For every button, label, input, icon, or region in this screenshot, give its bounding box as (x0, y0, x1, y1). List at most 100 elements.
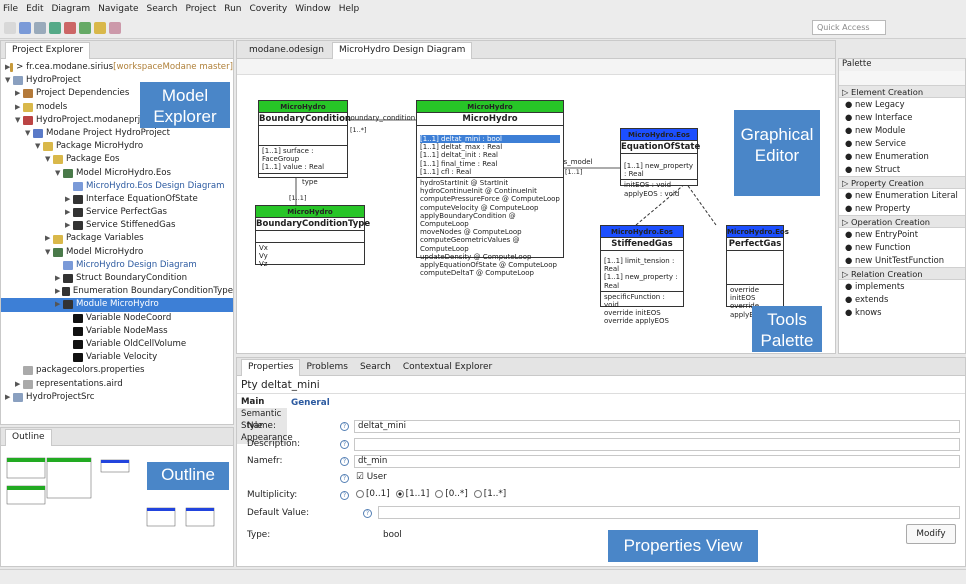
palette-tool[interactable]: ● new Interface (839, 111, 965, 124)
menu-item-search[interactable]: Search (147, 4, 178, 14)
tree-item[interactable]: packagecolors.properties (1, 364, 233, 377)
tree-item[interactable]: Variable NodeCoord (1, 312, 233, 325)
menu-item-coverity[interactable]: Coverity (250, 4, 288, 14)
palette-drawer[interactable]: ▷ Operation Creation (839, 215, 965, 228)
expand-icon[interactable]: ▶ (65, 193, 73, 206)
palette-tool[interactable]: ● knows (839, 306, 965, 319)
help-icon[interactable]: ? (340, 474, 349, 483)
side-tab-main[interactable]: Main (237, 396, 287, 408)
expand-icon[interactable]: ▼ (55, 167, 63, 180)
expand-icon[interactable]: ▶ (45, 232, 53, 245)
enum-boundary-condition-type[interactable]: MicroHydro BoundaryConditionType Vx Vy Vz (255, 205, 370, 268)
tree-item[interactable]: Variable NodeMass (1, 325, 233, 338)
tree-item[interactable]: ▶ Service PerfectGas (1, 206, 233, 219)
expand-icon[interactable]: ▶ (5, 391, 13, 404)
tab-odesign[interactable]: modane.odesign (241, 45, 332, 55)
side-tab-semantic[interactable]: Semantic (237, 408, 287, 420)
palette-tool[interactable]: ● new Module (839, 124, 965, 137)
palette-tool[interactable]: ● new Function (839, 241, 965, 254)
menu-item-run[interactable]: Run (224, 4, 241, 14)
coverage-icon[interactable] (79, 21, 91, 34)
service-stiffened-gas[interactable]: MicroHydro.Eos StiffenedGas [1..1] limit… (600, 225, 684, 325)
palette-drawer[interactable]: ▷ Relation Creation (839, 267, 965, 280)
tree-item[interactable]: ▶ > fr.cea.modane.sirius [workspaceModane… (1, 61, 233, 74)
tree-item[interactable]: MicroHydro.Eos Design Diagram (1, 180, 233, 193)
palette-tool[interactable]: ● implements (839, 280, 965, 293)
selected-attribute[interactable]: [1..1] deltat_mini : bool (420, 135, 560, 144)
expand-icon[interactable]: ▶ (55, 298, 63, 311)
tree-item[interactable]: ▶ Interface EquationOfState (1, 193, 233, 206)
modify-button[interactable]: Modify (906, 524, 956, 544)
tree-item[interactable]: ▶ representations.aird (1, 378, 233, 391)
menu-item-navigate[interactable]: Navigate (98, 4, 138, 14)
menu-item-window[interactable]: Window (295, 4, 331, 14)
menu-item-edit[interactable]: Edit (26, 4, 43, 14)
palette-tool[interactable]: ● extends (839, 293, 965, 306)
tree-item[interactable]: ▼ Model MicroHydro (1, 246, 233, 259)
multiplicity-option[interactable]: [1..*] (473, 489, 506, 499)
save-icon[interactable] (19, 21, 31, 34)
tree-item[interactable]: MicroHydro Design Diagram (1, 259, 233, 272)
tab-search[interactable]: Search (354, 362, 397, 372)
expand-icon[interactable]: ▶ (15, 101, 23, 114)
tree-item[interactable]: ▶ Package Variables (1, 232, 233, 245)
expand-icon[interactable]: ▶ (55, 272, 63, 285)
palette-tool[interactable]: ● new UnitTestFunction (839, 254, 965, 267)
open-type-icon[interactable] (94, 21, 106, 34)
expand-icon[interactable]: ▶ (15, 378, 23, 391)
section-general[interactable]: General (291, 398, 330, 408)
name-field[interactable]: deltat_mini (354, 420, 960, 433)
help-icon[interactable]: ? (340, 457, 349, 466)
interface-equation-of-state[interactable]: MicroHydro.Eos EquationOfState [1..1] ne… (620, 128, 700, 198)
menu-item-project[interactable]: Project (185, 4, 216, 14)
palette-drawer[interactable]: ▷ Element Creation (839, 85, 965, 98)
tree-item[interactable]: ▼ Model MicroHydro.Eos (1, 167, 233, 180)
tree-item[interactable]: ▶ Module MicroHydro (1, 298, 233, 312)
palette-tool[interactable]: ● new EntryPoint (839, 228, 965, 241)
palette-tool[interactable]: ● new Service (839, 137, 965, 150)
multiplicity-option[interactable]: [0..1] (356, 489, 390, 499)
module-micro-hydro[interactable]: MicroHydro MicroHydro [1..1] deltat_mini… (416, 100, 564, 277)
palette-drawer[interactable]: ▷ Property Creation (839, 176, 965, 189)
tree-item[interactable]: ▼ Package Eos (1, 153, 233, 166)
tab-design-diagram[interactable]: MicroHydro Design Diagram (331, 41, 473, 59)
menu-item-file[interactable]: File (3, 4, 18, 14)
palette-tool[interactable]: ● new Property (839, 202, 965, 215)
menu-item-help[interactable]: Help (339, 4, 360, 14)
tab-outline[interactable]: Outline (5, 428, 52, 446)
menu-item-diagram[interactable]: Diagram (52, 4, 91, 14)
expand-icon[interactable]: ▼ (45, 246, 53, 259)
palette-tool[interactable]: ● new Enumeration Literal (839, 189, 965, 202)
service-perfect-gas[interactable]: MicroHydro.Eos PerfectGas override initE… (726, 225, 789, 319)
class-boundary-condition[interactable]: MicroHydro BoundaryCondition [1..1] surf… (258, 100, 351, 178)
palette-tool[interactable]: ● new Struct (839, 163, 965, 176)
tab-problems[interactable]: Problems (300, 362, 353, 372)
run-icon[interactable] (49, 21, 61, 34)
help-icon[interactable]: ? (363, 509, 372, 518)
tree-item[interactable]: ▶ Service StiffenedGas (1, 219, 233, 232)
namefr-field[interactable]: dt_min (354, 455, 960, 468)
quick-access-input[interactable]: Quick Access (812, 20, 886, 35)
tab-properties[interactable]: Properties (241, 358, 301, 376)
tab-project-explorer[interactable]: Project Explorer (5, 41, 91, 59)
expand-icon[interactable]: ▶ (15, 87, 23, 100)
default-value-field[interactable] (378, 506, 960, 519)
expand-icon[interactable]: ▶ (65, 206, 73, 219)
user-checkbox[interactable]: ☑ User (356, 472, 387, 482)
tree-item[interactable]: Variable OldCellVolume (1, 338, 233, 351)
tree-item[interactable]: ▶ Struct BoundaryCondition (1, 272, 233, 285)
help-icon[interactable]: ? (340, 422, 349, 431)
expand-icon[interactable]: ▼ (15, 114, 23, 127)
expand-icon[interactable]: ▶ (55, 285, 62, 298)
palette-tool[interactable]: ● new Legacy (839, 98, 965, 111)
tree-item[interactable]: ▼ Modane Project HydroProject (1, 127, 233, 140)
tree-item[interactable]: ▶ HydroProjectSrc (1, 391, 233, 404)
tab-contextual-explorer[interactable]: Contextual Explorer (397, 362, 498, 372)
expand-icon[interactable]: ▼ (5, 74, 13, 87)
expand-icon[interactable]: ▼ (45, 153, 53, 166)
new-icon[interactable] (4, 21, 16, 34)
debug-icon[interactable] (64, 21, 76, 34)
print-icon[interactable] (34, 21, 46, 34)
multiplicity-option[interactable]: [1..1] (395, 489, 429, 499)
tree-item[interactable]: ▶ Enumeration BoundaryConditionType (1, 285, 233, 298)
